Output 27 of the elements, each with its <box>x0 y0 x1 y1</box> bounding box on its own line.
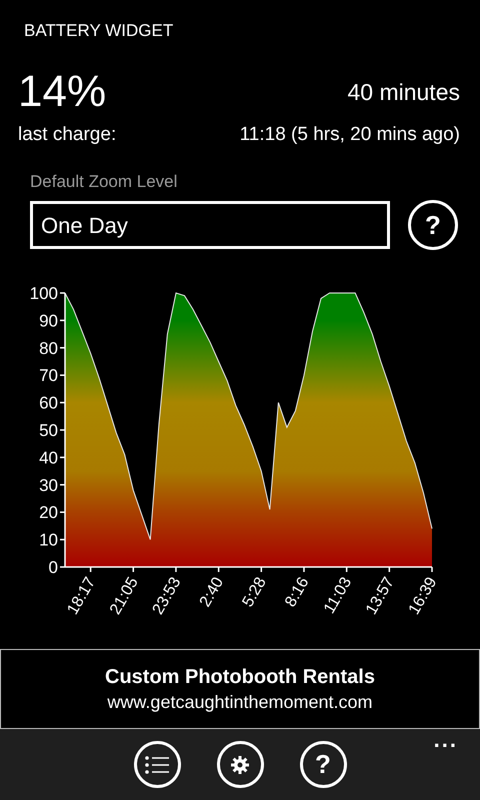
ad-title[interactable]: Custom Photobooth Rentals <box>105 664 375 690</box>
y-tick-label: 30 <box>39 476 58 495</box>
app-title: BATTERY WIDGET <box>24 20 174 42</box>
more-button[interactable]: ... <box>434 729 458 751</box>
battery-percentage: 14% <box>18 68 106 116</box>
time-remaining: 40 minutes <box>347 78 460 106</box>
help-button[interactable]: ? <box>300 741 346 788</box>
list-icon <box>145 754 169 774</box>
settings-icon <box>231 756 249 774</box>
y-tick-label: 60 <box>39 394 58 413</box>
y-tick-label: 70 <box>39 366 58 386</box>
y-tick-label: 0 <box>48 558 58 577</box>
y-tick-label: 40 <box>39 448 58 468</box>
ad-url[interactable]: www.getcaughtinthemoment.com <box>107 690 373 714</box>
y-tick-label: 90 <box>39 311 58 330</box>
zoom-level-label: Default Zoom Level <box>30 171 178 193</box>
y-tick-label: 100 <box>30 286 58 303</box>
y-tick-label: 10 <box>39 530 58 550</box>
last-charge-label: last charge: <box>18 123 116 147</box>
list-button[interactable] <box>134 741 180 788</box>
settings-button[interactable] <box>216 741 264 788</box>
last-charge-value: 11:18 (5 hrs, 20 mins ago) <box>240 123 460 147</box>
zoom-level-picker[interactable]: One Day <box>30 201 390 249</box>
help-button[interactable]: ? <box>408 200 458 250</box>
y-tick-label: 80 <box>39 338 58 358</box>
y-tick-label: 20 <box>39 503 58 522</box>
y-tick-label: 50 <box>39 421 58 440</box>
